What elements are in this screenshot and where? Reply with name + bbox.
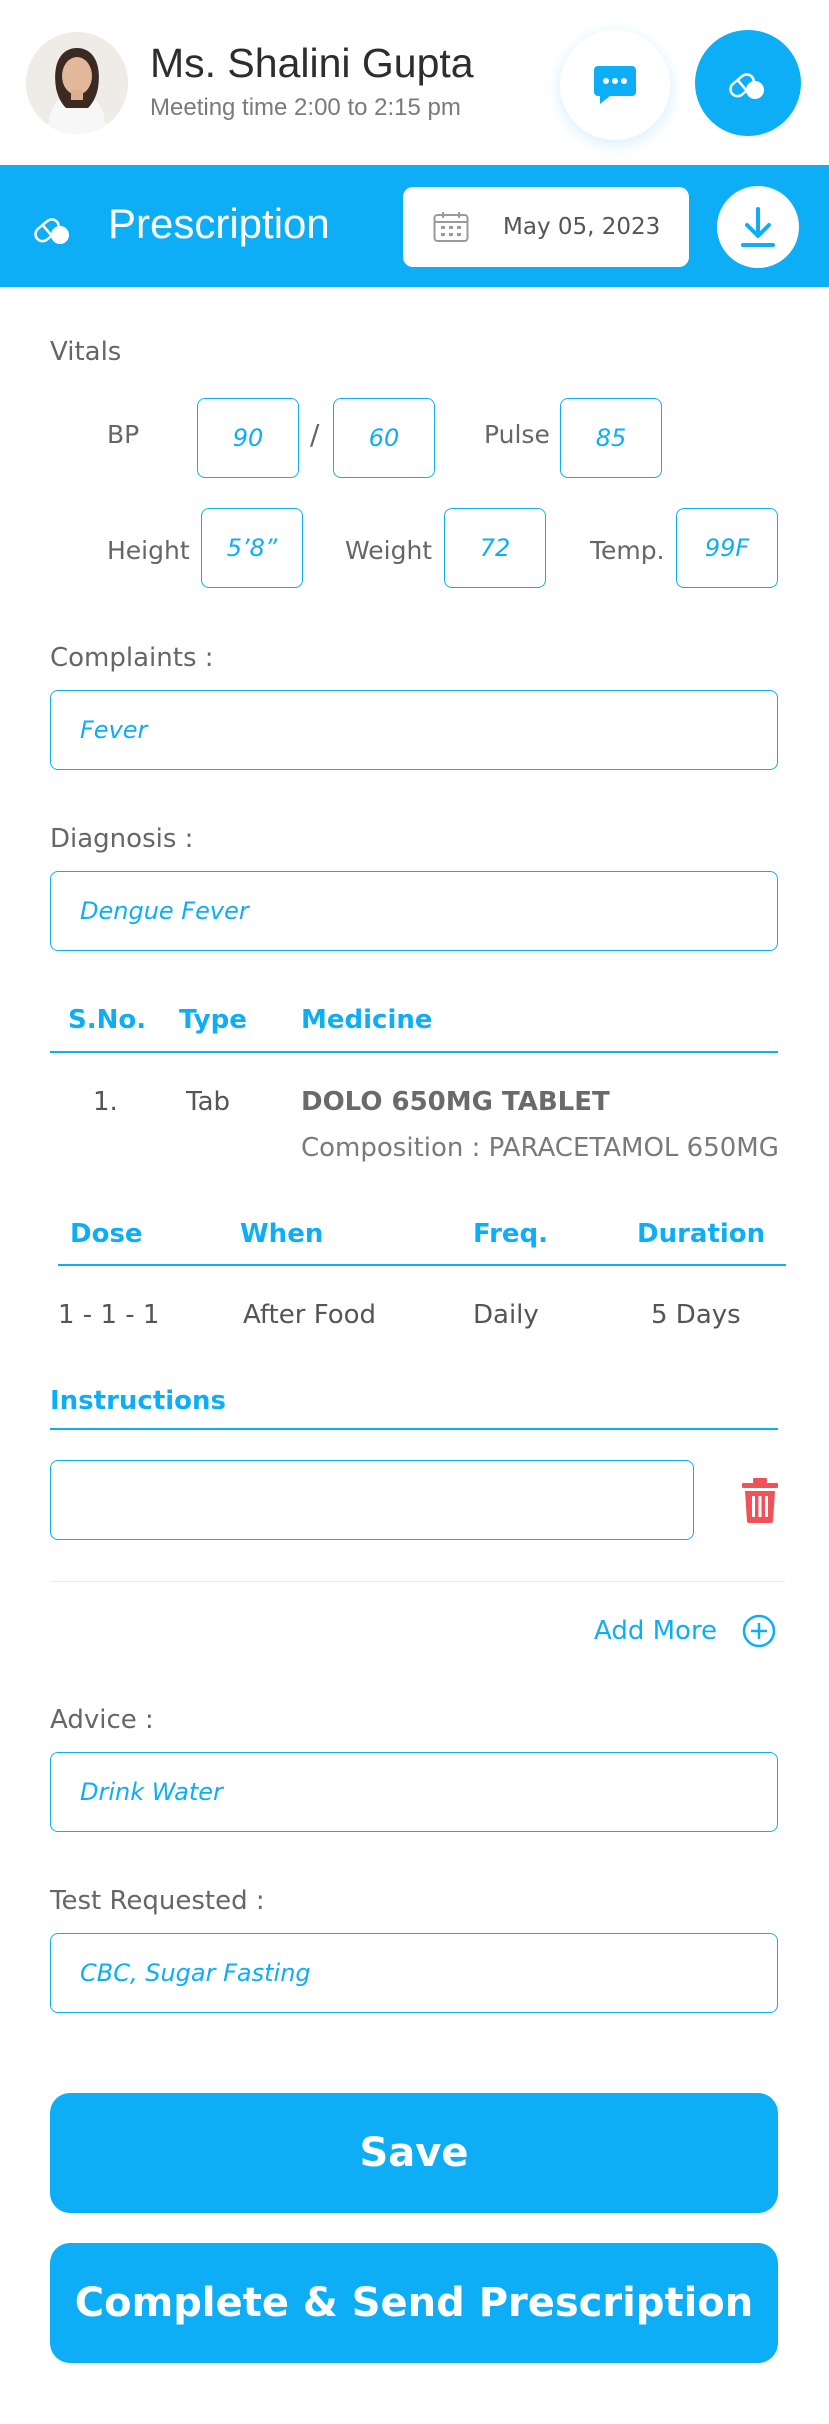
temp-label: Temp. bbox=[590, 536, 665, 565]
temp-input[interactable]: 99F bbox=[676, 508, 778, 588]
column-header-when: When bbox=[240, 1219, 324, 1249]
complaints-label: Complaints : bbox=[50, 643, 214, 673]
page-title: Prescription bbox=[108, 200, 330, 247]
complaints-input[interactable]: Fever bbox=[50, 690, 778, 770]
column-header-freq: Freq. bbox=[473, 1219, 549, 1249]
weight-input[interactable]: 72 bbox=[444, 508, 546, 588]
delete-button[interactable] bbox=[740, 1477, 780, 1523]
date-value: May 05, 2023 bbox=[503, 214, 661, 240]
medicine-name: DOLO 650MG TABLET bbox=[301, 1087, 610, 1117]
download-button[interactable] bbox=[717, 186, 799, 268]
add-more-label: Add More bbox=[594, 1616, 718, 1646]
tests-label: Test Requested : bbox=[50, 1886, 265, 1916]
avatar bbox=[26, 32, 128, 134]
weight-label: Weight bbox=[345, 536, 433, 565]
diagnosis-input[interactable]: Dengue Fever bbox=[50, 871, 778, 951]
bp-diastolic-input[interactable]: 60 bbox=[333, 398, 435, 478]
column-header-type: Type bbox=[179, 1005, 247, 1035]
bp-separator: / bbox=[310, 418, 320, 451]
save-button[interactable]: Save bbox=[50, 2093, 778, 2213]
medicine-button[interactable] bbox=[695, 30, 801, 136]
column-header-duration: Duration bbox=[637, 1219, 766, 1249]
pill-icon bbox=[30, 205, 76, 251]
medicine-sno: 1. bbox=[93, 1087, 118, 1117]
vitals-label: Vitals bbox=[50, 337, 122, 367]
bp-label: BP bbox=[107, 420, 140, 449]
column-header-dose: Dose bbox=[70, 1219, 143, 1249]
freq-value: Daily bbox=[473, 1300, 539, 1330]
bp-systolic-input[interactable]: 90 bbox=[197, 398, 299, 478]
add-more-button[interactable]: Add More bbox=[594, 1613, 777, 1649]
height-input[interactable]: 5’8” bbox=[201, 508, 303, 588]
height-label: Height bbox=[107, 536, 190, 565]
date-picker[interactable]: May 05, 2023 bbox=[403, 187, 689, 267]
dose-value: 1 - 1 - 1 bbox=[58, 1300, 160, 1330]
column-header-sno: S.No. bbox=[68, 1005, 147, 1035]
duration-value: 5 Days bbox=[651, 1300, 741, 1330]
patient-name: Ms. Shalini Gupta bbox=[150, 40, 474, 86]
diagnosis-label: Diagnosis : bbox=[50, 824, 194, 854]
advice-input[interactable]: Drink Water bbox=[50, 1752, 778, 1832]
download-icon bbox=[741, 207, 775, 247]
pulse-input[interactable]: 85 bbox=[560, 398, 662, 478]
divider bbox=[50, 1051, 778, 1053]
medicine-type: Tab bbox=[186, 1087, 231, 1117]
trash-icon bbox=[742, 1478, 778, 1523]
divider bbox=[58, 1264, 786, 1266]
when-value: After Food bbox=[243, 1300, 377, 1330]
divider bbox=[50, 1581, 785, 1582]
complete-send-button[interactable]: Complete & Send Prescription bbox=[50, 2243, 778, 2363]
plus-circle-icon bbox=[742, 1614, 776, 1648]
chat-icon bbox=[594, 66, 636, 104]
chat-button[interactable] bbox=[560, 30, 670, 140]
pulse-label: Pulse bbox=[484, 420, 550, 449]
column-header-medicine: Medicine bbox=[301, 1005, 433, 1035]
calendar-icon bbox=[433, 212, 469, 242]
meeting-time: Meeting time 2:00 to 2:15 pm bbox=[150, 94, 461, 121]
pill-icon bbox=[729, 73, 764, 99]
instructions-label: Instructions bbox=[50, 1386, 227, 1416]
divider bbox=[50, 1428, 778, 1430]
medicine-composition: Composition : PARACETAMOL 650MG bbox=[301, 1133, 779, 1163]
advice-label: Advice : bbox=[50, 1705, 154, 1735]
tests-input[interactable]: CBC, Sugar Fasting bbox=[50, 1933, 778, 2013]
instructions-input[interactable] bbox=[50, 1460, 694, 1540]
